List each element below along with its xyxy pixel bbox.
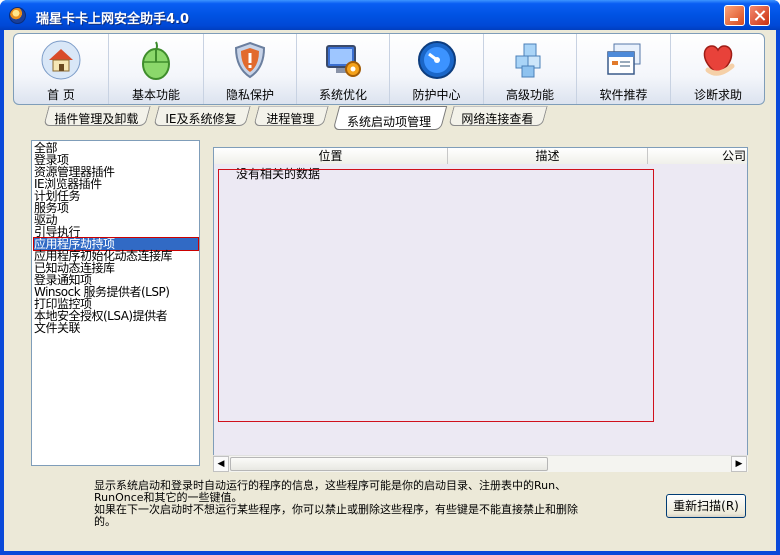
grid-header: 位置 描述 公司: [214, 148, 747, 164]
toolbar-label: 软件推荐: [599, 88, 648, 102]
column-header-company[interactable]: 公司: [648, 148, 747, 164]
toolbar-label: 防护中心: [412, 88, 461, 102]
rising-app-icon: [9, 7, 26, 24]
category-item[interactable]: 文件关联: [34, 322, 81, 334]
toolbar-home[interactable]: 首 页: [14, 34, 109, 104]
main-toolbar: 首 页 基本功能 隐私保护 系统优化 防护中心 高级功能 软件推荐 诊断求助: [13, 33, 765, 105]
toolbar-privacy[interactable]: 隐私保护: [204, 34, 297, 104]
tab-label: IE及系统修复: [165, 112, 237, 126]
tab-startup-manager[interactable]: 系统启动项管理: [332, 106, 448, 130]
toolbar-label: 首 页: [47, 88, 75, 102]
toolbar-software[interactable]: 软件推荐: [577, 34, 671, 104]
toolbar-label: 基本功能: [131, 88, 180, 102]
toolbar-help[interactable]: 诊断求助: [671, 34, 765, 104]
window-stack-icon: [606, 43, 640, 75]
tab-label: 插件管理及卸载: [54, 112, 139, 126]
tab-label: 进程管理: [266, 112, 315, 126]
scroll-thumb[interactable]: [230, 457, 548, 471]
toolbar-protection[interactable]: 防护中心: [390, 34, 484, 104]
close-button[interactable]: [749, 5, 770, 26]
scroll-left-button[interactable]: ◀: [213, 456, 229, 472]
description-line: 的。: [94, 515, 116, 528]
monitor-gear-icon: [326, 45, 361, 77]
app-window: 瑞星卡卡上网安全助手4.0 首 页 基本功能 隐私保护 系统优化 防护中心 高级…: [0, 0, 780, 555]
toolbar-advanced[interactable]: 高级功能: [484, 34, 577, 104]
toolbar-label: 高级功能: [505, 88, 554, 102]
tab-process-manager[interactable]: 进程管理: [253, 106, 329, 126]
minimize-button[interactable]: [724, 5, 745, 26]
mouse-icon: [142, 41, 170, 80]
toolbar-optimize[interactable]: 系统优化: [297, 34, 390, 104]
tab-label: 网络连接查看: [461, 112, 534, 126]
toolbar-label: 隐私保护: [225, 88, 274, 102]
description-text: 显示系统启动和登录时自动运行的程序的信息，这些程序可能是你的启动目录、注册表中的…: [94, 480, 634, 528]
protection-dial-icon: [417, 41, 456, 79]
highlight-box: [218, 169, 654, 422]
cubes-icon: [515, 43, 541, 78]
tab-network-connections[interactable]: 网络连接查看: [448, 106, 548, 126]
tab-strip: 插件管理及卸载 IE及系统修复 进程管理 系统启动项管理 网络连接查看: [4, 106, 776, 132]
tab-ie-repair[interactable]: IE及系统修复: [153, 106, 251, 126]
horizontal-scrollbar[interactable]: ◀ ▶: [213, 455, 748, 472]
title-bar[interactable]: 瑞星卡卡上网安全助手4.0: [0, 0, 780, 30]
toolbar-basic[interactable]: 基本功能: [109, 34, 204, 104]
shield-icon: [234, 41, 266, 79]
category-list[interactable]: 全部 登录项 资源管理器插件 IE浏览器插件 计划任务 服务项 驱动 引导执行 …: [31, 140, 200, 466]
description-line: 如果在下一次启动时不想运行某些程序，你可以禁止或删除这些程序，有些键是不能直接禁…: [94, 503, 578, 516]
tab-label: 系统启动项管理: [347, 115, 432, 129]
toolbar-label: 诊断求助: [693, 88, 742, 102]
tab-plugin-manager[interactable]: 插件管理及卸载: [43, 106, 151, 126]
heart-hand-icon: [703, 45, 735, 76]
client-area: 首 页 基本功能 隐私保护 系统优化 防护中心 高级功能 软件推荐 诊断求助 插…: [4, 30, 776, 551]
rescan-button[interactable]: 重新扫描(R): [666, 494, 746, 518]
startup-items-grid[interactable]: 位置 描述 公司 没有相关的数据: [213, 147, 748, 472]
column-header-description[interactable]: 描述: [448, 148, 648, 164]
scroll-right-button[interactable]: ▶: [731, 456, 747, 472]
home-icon: [41, 40, 81, 80]
toolbar-label: 系统优化: [318, 88, 367, 102]
column-header-location[interactable]: 位置: [214, 148, 448, 164]
window-title: 瑞星卡卡上网安全助手4.0: [36, 12, 190, 27]
